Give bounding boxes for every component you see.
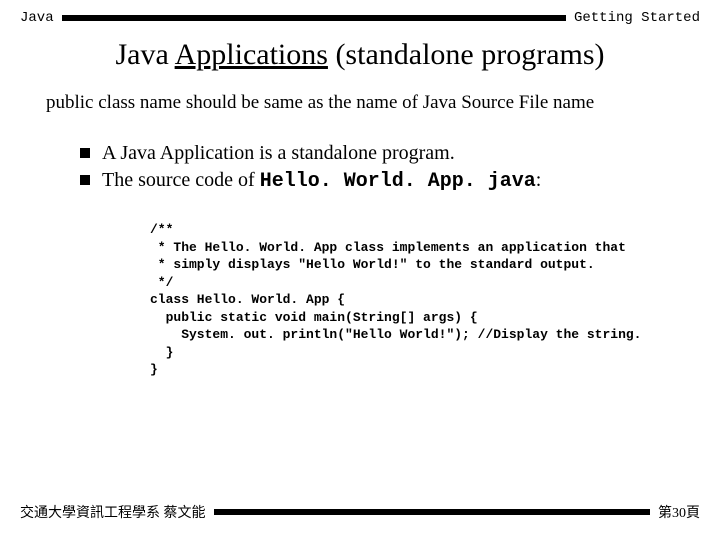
bullet2-post: : [536,169,542,191]
bullet-icon [80,175,90,185]
header-divider-bar [62,15,566,21]
code-block: /** * The Hello. World. App class implem… [150,221,700,379]
bullet-list: A Java Application is a standalone progr… [80,140,680,195]
bullet2-code: Hello. World. App. java [260,170,536,193]
footer-divider-bar [214,509,651,515]
slide-header: Java Getting Started [0,0,720,26]
bullet-text: The source code of Hello. World. App. ja… [102,167,541,195]
title-plain: Java [115,38,174,71]
footer-left-text: 交通大學資訊工程學系 蔡文能 [20,502,206,522]
bullet2-pre: The source code of [102,169,260,191]
slide-footer: 交通大學資訊工程學系 蔡文能 第30頁 [20,502,700,522]
list-item: The source code of Hello. World. App. ja… [80,167,680,195]
list-item: A Java Application is a standalone progr… [80,140,680,167]
title-underlined: Applications [175,38,328,71]
header-left-text: Java [20,10,54,26]
title-rest: (standalone programs) [328,38,605,71]
bullet-text: A Java Application is a standalone progr… [102,140,455,167]
page-number: 第30頁 [658,502,700,522]
header-right-text: Getting Started [574,10,700,26]
slide-subtitle: public class name should be same as the … [46,92,690,114]
slide-title: Java Applications (standalone programs) [0,38,720,72]
bullet-icon [80,148,90,158]
